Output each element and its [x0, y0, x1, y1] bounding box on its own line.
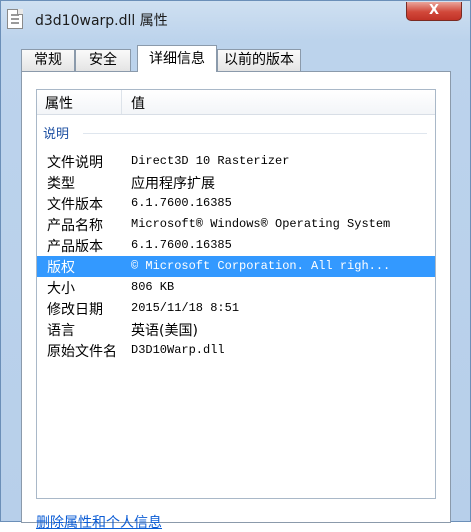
property-label: 语言: [47, 323, 75, 339]
list-item[interactable]: 语言 英语(美国): [37, 319, 435, 340]
property-value: 806 KB: [131, 280, 175, 294]
list-item[interactable]: 大小 806 KB: [37, 277, 435, 298]
tab-general[interactable]: 常规: [21, 49, 75, 71]
title-bar[interactable]: d3d10warp.dll 属性 X: [1, 1, 470, 39]
list-item[interactable]: 修改日期 2015/11/18 8:51: [37, 298, 435, 319]
property-value: © Microsoft Corporation. All righ...: [131, 259, 391, 273]
list-item[interactable]: 原始文件名 D3D10Warp.dll: [37, 340, 435, 361]
tab-details[interactable]: 详细信息: [137, 45, 217, 72]
tab-security[interactable]: 安全: [75, 49, 131, 71]
property-label: 版权: [47, 260, 75, 276]
property-value: 英语(美国): [131, 323, 198, 339]
property-label: 大小: [47, 281, 75, 297]
property-label: 原始文件名: [47, 344, 117, 360]
property-label: 产品名称: [47, 218, 103, 234]
list-header: 属性 值: [37, 90, 435, 115]
property-value: 2015/11/18 8:51: [131, 301, 240, 315]
window-title: d3d10warp.dll 属性: [35, 13, 168, 29]
property-label: 类型: [47, 176, 75, 192]
remove-properties-link[interactable]: 删除属性和个人信息: [36, 512, 162, 532]
property-value: D3D10Warp.dll: [131, 343, 225, 357]
properties-window: d3d10warp.dll 属性 X 常规 安全 详细信息 以前的版本 属性 值…: [0, 0, 471, 531]
property-value: Direct3D 10 Rasterizer: [131, 154, 290, 168]
group-divider: [83, 133, 427, 134]
property-value: 6.1.7600.16385: [131, 196, 232, 210]
tab-previous-versions[interactable]: 以前的版本: [217, 49, 301, 71]
property-value: Microsoft® Windows® Operating System: [131, 217, 391, 231]
details-panel: 属性 值 说明 文件说明 Direct3D 10 Rasterizer 类型 应…: [21, 71, 451, 531]
list-item-selected[interactable]: 版权 © Microsoft Corporation. All righ...: [37, 256, 435, 277]
list-item[interactable]: 文件版本 6.1.7600.16385: [37, 193, 435, 214]
list-item[interactable]: 类型 应用程序扩展: [37, 172, 435, 193]
column-header-property[interactable]: 属性: [45, 93, 73, 113]
file-icon: [7, 9, 23, 29]
list-item[interactable]: 产品名称 Microsoft® Windows® Operating Syste…: [37, 214, 435, 235]
property-label: 修改日期: [47, 302, 103, 318]
column-header-value[interactable]: 值: [131, 93, 145, 113]
property-value: 6.1.7600.16385: [131, 238, 232, 252]
list-item[interactable]: 产品版本 6.1.7600.16385: [37, 235, 435, 256]
group-header-description: 说明: [43, 127, 70, 142]
column-divider[interactable]: [121, 90, 122, 114]
details-list[interactable]: 属性 值 说明 文件说明 Direct3D 10 Rasterizer 类型 应…: [36, 89, 436, 499]
property-label: 产品版本: [47, 239, 103, 255]
property-value: 应用程序扩展: [131, 176, 215, 192]
property-label: 文件说明: [47, 155, 103, 171]
property-label: 文件版本: [47, 197, 103, 213]
list-item[interactable]: 文件说明 Direct3D 10 Rasterizer: [37, 151, 435, 172]
close-button[interactable]: X: [406, 2, 462, 21]
